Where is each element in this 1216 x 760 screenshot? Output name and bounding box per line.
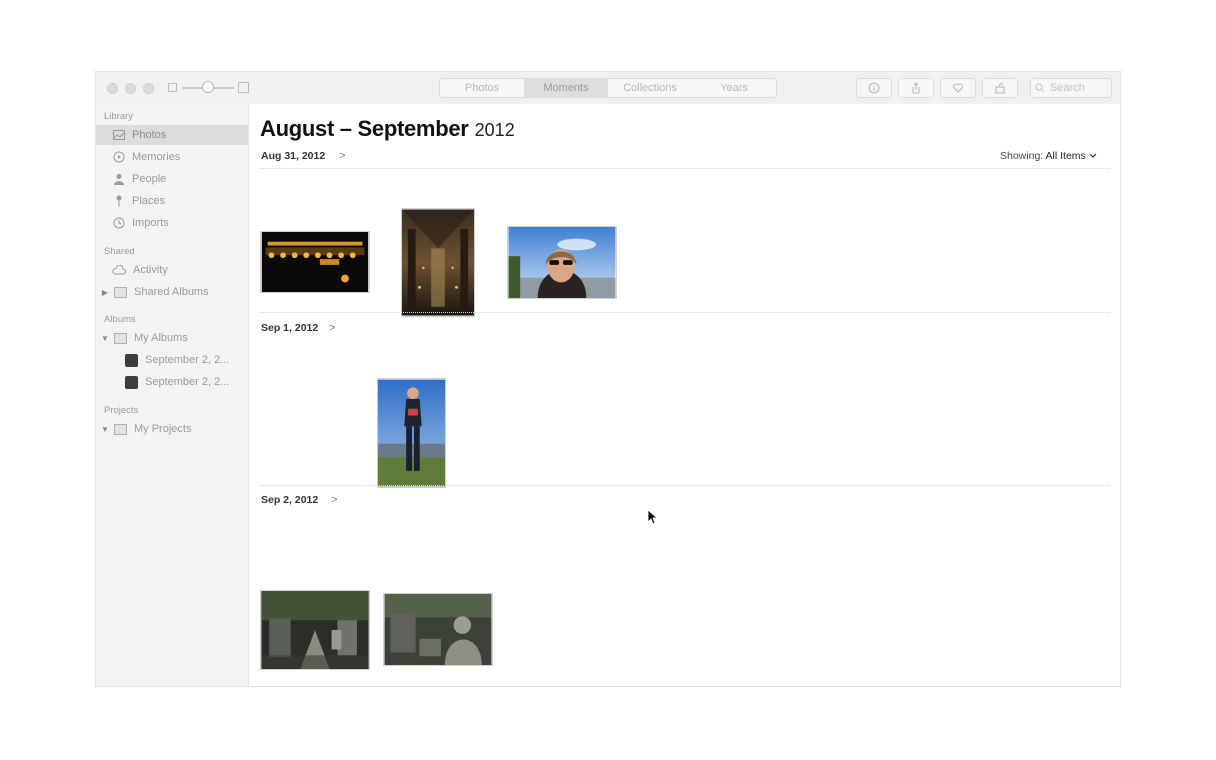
moment-date-sep-2[interactable]: Sep 2, 2012	[261, 494, 318, 506]
folder-icon	[113, 286, 127, 298]
title-year: 2012	[474, 120, 515, 140]
divider	[260, 168, 1110, 169]
share-icon	[912, 82, 920, 94]
minimize-window-button[interactable]	[125, 83, 136, 94]
info-button[interactable]	[856, 78, 892, 98]
cloud-icon	[112, 264, 126, 276]
sidebar-item-label: Activity	[133, 264, 168, 276]
sidebar: Library Photos Memories People Places Im…	[96, 104, 249, 686]
disclosure-down-icon[interactable]: ▼	[101, 334, 109, 343]
search-icon	[1035, 83, 1045, 93]
sidebar-item-label: Memories	[132, 151, 181, 163]
tab-moments[interactable]: Moments	[524, 79, 608, 97]
photo-thumbnail[interactable]	[507, 226, 617, 299]
moment-chevron-icon[interactable]: >	[329, 322, 335, 334]
showing-value: All Items	[1045, 150, 1086, 162]
photos-icon	[113, 129, 125, 141]
moment-chevron-icon[interactable]: >	[331, 494, 337, 506]
sidebar-item-places[interactable]: Places	[96, 191, 248, 211]
sidebar-item-label: My Albums	[134, 332, 188, 344]
title-range: August – September	[260, 116, 469, 141]
sidebar-item-people[interactable]: People	[96, 169, 248, 189]
tab-photos[interactable]: Photos	[440, 79, 524, 97]
info-icon	[868, 82, 880, 94]
sidebar-item-label: September 2, 2...	[145, 354, 230, 366]
photo-thumbnail[interactable]	[260, 590, 370, 670]
photos-window: Photos Moments Collections Years Search …	[96, 72, 1120, 686]
mouse-cursor-icon	[647, 509, 657, 525]
sidebar-item-label: People	[132, 173, 167, 185]
sidebar-item-my-projects[interactable]: ▼ My Projects	[96, 419, 248, 439]
folder-icon	[113, 423, 127, 435]
photo-thumbnail[interactable]	[401, 208, 475, 317]
sidebar-item-label: Imports	[132, 217, 169, 229]
album-thumbnail	[125, 375, 138, 389]
moment-chevron-icon[interactable]: >	[339, 150, 345, 162]
heart-icon	[953, 83, 963, 93]
zoom-out-icon	[168, 83, 177, 92]
sidebar-item-label: September 2, 2...	[145, 376, 230, 388]
page-title: August – September 2012	[260, 116, 515, 142]
sidebar-item-album-2[interactable]: September 2, 2...	[96, 372, 248, 392]
people-icon	[113, 173, 125, 185]
sidebar-item-label: Shared Albums	[134, 286, 209, 298]
imports-icon	[113, 217, 125, 229]
divider	[260, 312, 1110, 313]
photo-thumbnail[interactable]	[377, 378, 446, 488]
tab-years[interactable]: Years	[692, 79, 776, 97]
showing-label: Showing:	[1000, 150, 1044, 162]
sidebar-item-label: My Projects	[134, 423, 192, 435]
search-placeholder: Search	[1050, 82, 1085, 94]
sidebar-item-photos[interactable]: Photos	[96, 125, 248, 145]
moment-date-sep-1[interactable]: Sep 1, 2012	[261, 322, 318, 334]
album-thumbnail	[125, 353, 138, 367]
projects-heading: Projects	[104, 405, 139, 416]
favorite-button[interactable]	[940, 78, 976, 98]
search-field[interactable]: Search	[1030, 78, 1112, 98]
rotate-icon	[995, 83, 1005, 94]
sidebar-item-my-albums[interactable]: ▼ My Albums	[96, 328, 248, 348]
disclosure-right-icon[interactable]: ▶	[101, 288, 109, 297]
moments-view: August – September 2012 Showing: All Ite…	[249, 104, 1120, 686]
showing-filter[interactable]: Showing: All Items	[1000, 150, 1097, 162]
zoom-slider-knob[interactable]	[202, 81, 214, 93]
photo-thumbnail[interactable]	[383, 593, 493, 666]
toolbar: Photos Moments Collections Years Search	[96, 72, 1120, 105]
places-icon	[113, 195, 125, 207]
photo-thumbnail[interactable]	[260, 231, 370, 293]
albums-heading: Albums	[104, 314, 136, 325]
close-window-button[interactable]	[107, 83, 118, 94]
sidebar-item-label: Photos	[132, 129, 167, 141]
tab-collections[interactable]: Collections	[608, 79, 692, 97]
divider	[260, 485, 1110, 486]
library-heading: Library	[104, 111, 134, 122]
sidebar-item-label: Places	[132, 195, 166, 207]
disclosure-down-icon[interactable]: ▼	[101, 425, 109, 434]
zoom-in-icon	[238, 82, 249, 93]
sidebar-item-memories[interactable]: Memories	[96, 147, 248, 167]
sidebar-item-album-1[interactable]: September 2, 2...	[96, 350, 248, 370]
shared-heading: Shared	[104, 246, 135, 257]
chevron-down-icon	[1089, 153, 1097, 158]
folder-icon	[113, 332, 127, 344]
memories-icon	[113, 151, 125, 163]
sidebar-item-activity[interactable]: Activity	[96, 260, 248, 280]
share-button[interactable]	[898, 78, 934, 98]
view-segmented-control: Photos Moments Collections Years	[439, 78, 777, 98]
sidebar-item-shared-albums[interactable]: ▶ Shared Albums	[96, 282, 248, 302]
sidebar-item-imports[interactable]: Imports	[96, 213, 248, 233]
rotate-button[interactable]	[982, 78, 1018, 98]
fullscreen-window-button[interactable]	[143, 83, 154, 94]
moment-date-aug-31[interactable]: Aug 31, 2012	[261, 150, 325, 162]
